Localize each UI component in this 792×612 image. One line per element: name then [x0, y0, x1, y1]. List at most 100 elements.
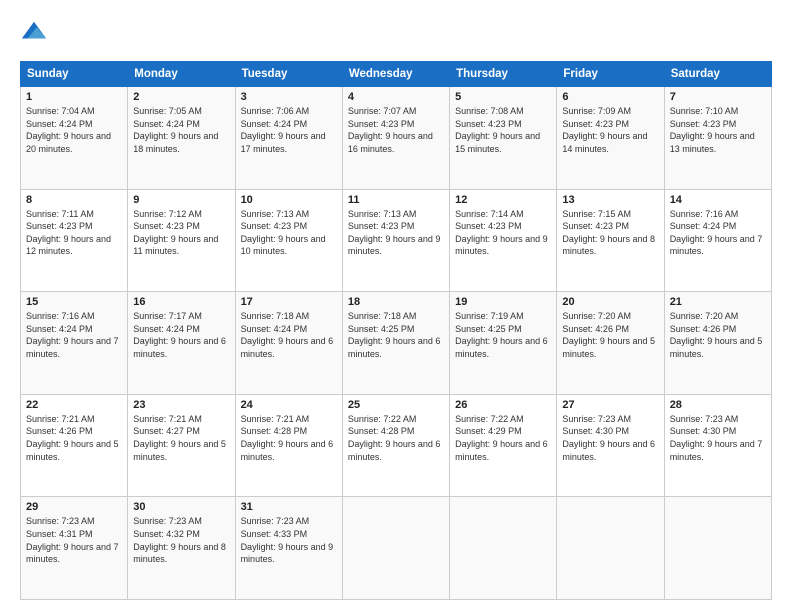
- calendar-body: 1 Sunrise: 7:04 AMSunset: 4:24 PMDayligh…: [21, 87, 772, 600]
- calendar-cell: 1 Sunrise: 7:04 AMSunset: 4:24 PMDayligh…: [21, 87, 128, 190]
- calendar-cell: 19 Sunrise: 7:19 AMSunset: 4:25 PMDaylig…: [450, 292, 557, 395]
- calendar-week-2: 15 Sunrise: 7:16 AMSunset: 4:24 PMDaylig…: [21, 292, 772, 395]
- calendar-header: SundayMondayTuesdayWednesdayThursdayFrid…: [21, 62, 772, 87]
- day-detail: Sunrise: 7:23 AMSunset: 4:30 PMDaylight:…: [562, 414, 655, 462]
- day-detail: Sunrise: 7:18 AMSunset: 4:25 PMDaylight:…: [348, 311, 441, 359]
- logo-icon: [20, 18, 48, 51]
- day-detail: Sunrise: 7:23 AMSunset: 4:33 PMDaylight:…: [241, 516, 334, 564]
- weekday-header-monday: Monday: [128, 62, 235, 87]
- calendar-week-3: 22 Sunrise: 7:21 AMSunset: 4:26 PMDaylig…: [21, 394, 772, 497]
- day-detail: Sunrise: 7:06 AMSunset: 4:24 PMDaylight:…: [241, 106, 326, 154]
- day-detail: Sunrise: 7:19 AMSunset: 4:25 PMDaylight:…: [455, 311, 548, 359]
- calendar-cell: [557, 497, 664, 600]
- day-number: 17: [241, 296, 337, 308]
- day-detail: Sunrise: 7:16 AMSunset: 4:24 PMDaylight:…: [26, 311, 119, 359]
- calendar-table: SundayMondayTuesdayWednesdayThursdayFrid…: [20, 61, 772, 600]
- day-detail: Sunrise: 7:11 AMSunset: 4:23 PMDaylight:…: [26, 209, 111, 257]
- page-header: [20, 18, 772, 51]
- day-detail: Sunrise: 7:23 AMSunset: 4:30 PMDaylight:…: [670, 414, 763, 462]
- day-number: 13: [562, 194, 658, 206]
- calendar-week-4: 29 Sunrise: 7:23 AMSunset: 4:31 PMDaylig…: [21, 497, 772, 600]
- weekday-header-saturday: Saturday: [664, 62, 771, 87]
- calendar-page: SundayMondayTuesdayWednesdayThursdayFrid…: [0, 0, 792, 612]
- calendar-cell: 16 Sunrise: 7:17 AMSunset: 4:24 PMDaylig…: [128, 292, 235, 395]
- day-number: 29: [26, 501, 122, 513]
- calendar-cell: 30 Sunrise: 7:23 AMSunset: 4:32 PMDaylig…: [128, 497, 235, 600]
- calendar-cell: 2 Sunrise: 7:05 AMSunset: 4:24 PMDayligh…: [128, 87, 235, 190]
- day-detail: Sunrise: 7:07 AMSunset: 4:23 PMDaylight:…: [348, 106, 433, 154]
- day-number: 2: [133, 91, 229, 103]
- calendar-cell: 29 Sunrise: 7:23 AMSunset: 4:31 PMDaylig…: [21, 497, 128, 600]
- day-detail: Sunrise: 7:10 AMSunset: 4:23 PMDaylight:…: [670, 106, 755, 154]
- calendar-cell: [342, 497, 449, 600]
- day-detail: Sunrise: 7:23 AMSunset: 4:32 PMDaylight:…: [133, 516, 226, 564]
- weekday-header-thursday: Thursday: [450, 62, 557, 87]
- calendar-week-0: 1 Sunrise: 7:04 AMSunset: 4:24 PMDayligh…: [21, 87, 772, 190]
- day-number: 31: [241, 501, 337, 513]
- day-number: 30: [133, 501, 229, 513]
- day-detail: Sunrise: 7:22 AMSunset: 4:28 PMDaylight:…: [348, 414, 441, 462]
- calendar-cell: 8 Sunrise: 7:11 AMSunset: 4:23 PMDayligh…: [21, 189, 128, 292]
- calendar-cell: 21 Sunrise: 7:20 AMSunset: 4:26 PMDaylig…: [664, 292, 771, 395]
- day-detail: Sunrise: 7:04 AMSunset: 4:24 PMDaylight:…: [26, 106, 111, 154]
- day-number: 10: [241, 194, 337, 206]
- day-number: 26: [455, 399, 551, 411]
- day-detail: Sunrise: 7:23 AMSunset: 4:31 PMDaylight:…: [26, 516, 119, 564]
- day-number: 4: [348, 91, 444, 103]
- calendar-week-1: 8 Sunrise: 7:11 AMSunset: 4:23 PMDayligh…: [21, 189, 772, 292]
- day-number: 22: [26, 399, 122, 411]
- day-number: 5: [455, 91, 551, 103]
- day-detail: Sunrise: 7:21 AMSunset: 4:27 PMDaylight:…: [133, 414, 226, 462]
- logo: [20, 18, 52, 51]
- day-detail: Sunrise: 7:18 AMSunset: 4:24 PMDaylight:…: [241, 311, 334, 359]
- calendar-cell: 6 Sunrise: 7:09 AMSunset: 4:23 PMDayligh…: [557, 87, 664, 190]
- day-detail: Sunrise: 7:16 AMSunset: 4:24 PMDaylight:…: [670, 209, 763, 257]
- header-row: SundayMondayTuesdayWednesdayThursdayFrid…: [21, 62, 772, 87]
- day-detail: Sunrise: 7:08 AMSunset: 4:23 PMDaylight:…: [455, 106, 540, 154]
- day-number: 12: [455, 194, 551, 206]
- day-number: 25: [348, 399, 444, 411]
- calendar-cell: 5 Sunrise: 7:08 AMSunset: 4:23 PMDayligh…: [450, 87, 557, 190]
- day-detail: Sunrise: 7:15 AMSunset: 4:23 PMDaylight:…: [562, 209, 655, 257]
- calendar-cell: 17 Sunrise: 7:18 AMSunset: 4:24 PMDaylig…: [235, 292, 342, 395]
- calendar-cell: 13 Sunrise: 7:15 AMSunset: 4:23 PMDaylig…: [557, 189, 664, 292]
- day-detail: Sunrise: 7:13 AMSunset: 4:23 PMDaylight:…: [348, 209, 441, 257]
- day-number: 24: [241, 399, 337, 411]
- day-number: 27: [562, 399, 658, 411]
- day-number: 23: [133, 399, 229, 411]
- weekday-header-friday: Friday: [557, 62, 664, 87]
- day-detail: Sunrise: 7:21 AMSunset: 4:28 PMDaylight:…: [241, 414, 334, 462]
- calendar-cell: 26 Sunrise: 7:22 AMSunset: 4:29 PMDaylig…: [450, 394, 557, 497]
- day-number: 3: [241, 91, 337, 103]
- weekday-header-sunday: Sunday: [21, 62, 128, 87]
- calendar-cell: 3 Sunrise: 7:06 AMSunset: 4:24 PMDayligh…: [235, 87, 342, 190]
- calendar-cell: 10 Sunrise: 7:13 AMSunset: 4:23 PMDaylig…: [235, 189, 342, 292]
- day-number: 19: [455, 296, 551, 308]
- calendar-cell: 18 Sunrise: 7:18 AMSunset: 4:25 PMDaylig…: [342, 292, 449, 395]
- calendar-cell: [450, 497, 557, 600]
- day-number: 21: [670, 296, 766, 308]
- weekday-header-tuesday: Tuesday: [235, 62, 342, 87]
- day-detail: Sunrise: 7:12 AMSunset: 4:23 PMDaylight:…: [133, 209, 218, 257]
- weekday-header-wednesday: Wednesday: [342, 62, 449, 87]
- day-number: 8: [26, 194, 122, 206]
- calendar-cell: 9 Sunrise: 7:12 AMSunset: 4:23 PMDayligh…: [128, 189, 235, 292]
- day-number: 1: [26, 91, 122, 103]
- day-number: 15: [26, 296, 122, 308]
- day-number: 11: [348, 194, 444, 206]
- calendar-cell: 23 Sunrise: 7:21 AMSunset: 4:27 PMDaylig…: [128, 394, 235, 497]
- day-detail: Sunrise: 7:20 AMSunset: 4:26 PMDaylight:…: [670, 311, 763, 359]
- calendar-cell: 22 Sunrise: 7:21 AMSunset: 4:26 PMDaylig…: [21, 394, 128, 497]
- day-detail: Sunrise: 7:20 AMSunset: 4:26 PMDaylight:…: [562, 311, 655, 359]
- calendar-cell: 7 Sunrise: 7:10 AMSunset: 4:23 PMDayligh…: [664, 87, 771, 190]
- day-number: 14: [670, 194, 766, 206]
- day-detail: Sunrise: 7:05 AMSunset: 4:24 PMDaylight:…: [133, 106, 218, 154]
- day-detail: Sunrise: 7:17 AMSunset: 4:24 PMDaylight:…: [133, 311, 226, 359]
- calendar-cell: 27 Sunrise: 7:23 AMSunset: 4:30 PMDaylig…: [557, 394, 664, 497]
- calendar-cell: 24 Sunrise: 7:21 AMSunset: 4:28 PMDaylig…: [235, 394, 342, 497]
- day-detail: Sunrise: 7:21 AMSunset: 4:26 PMDaylight:…: [26, 414, 119, 462]
- calendar-cell: 28 Sunrise: 7:23 AMSunset: 4:30 PMDaylig…: [664, 394, 771, 497]
- day-detail: Sunrise: 7:09 AMSunset: 4:23 PMDaylight:…: [562, 106, 647, 154]
- calendar-cell: 11 Sunrise: 7:13 AMSunset: 4:23 PMDaylig…: [342, 189, 449, 292]
- calendar-cell: 25 Sunrise: 7:22 AMSunset: 4:28 PMDaylig…: [342, 394, 449, 497]
